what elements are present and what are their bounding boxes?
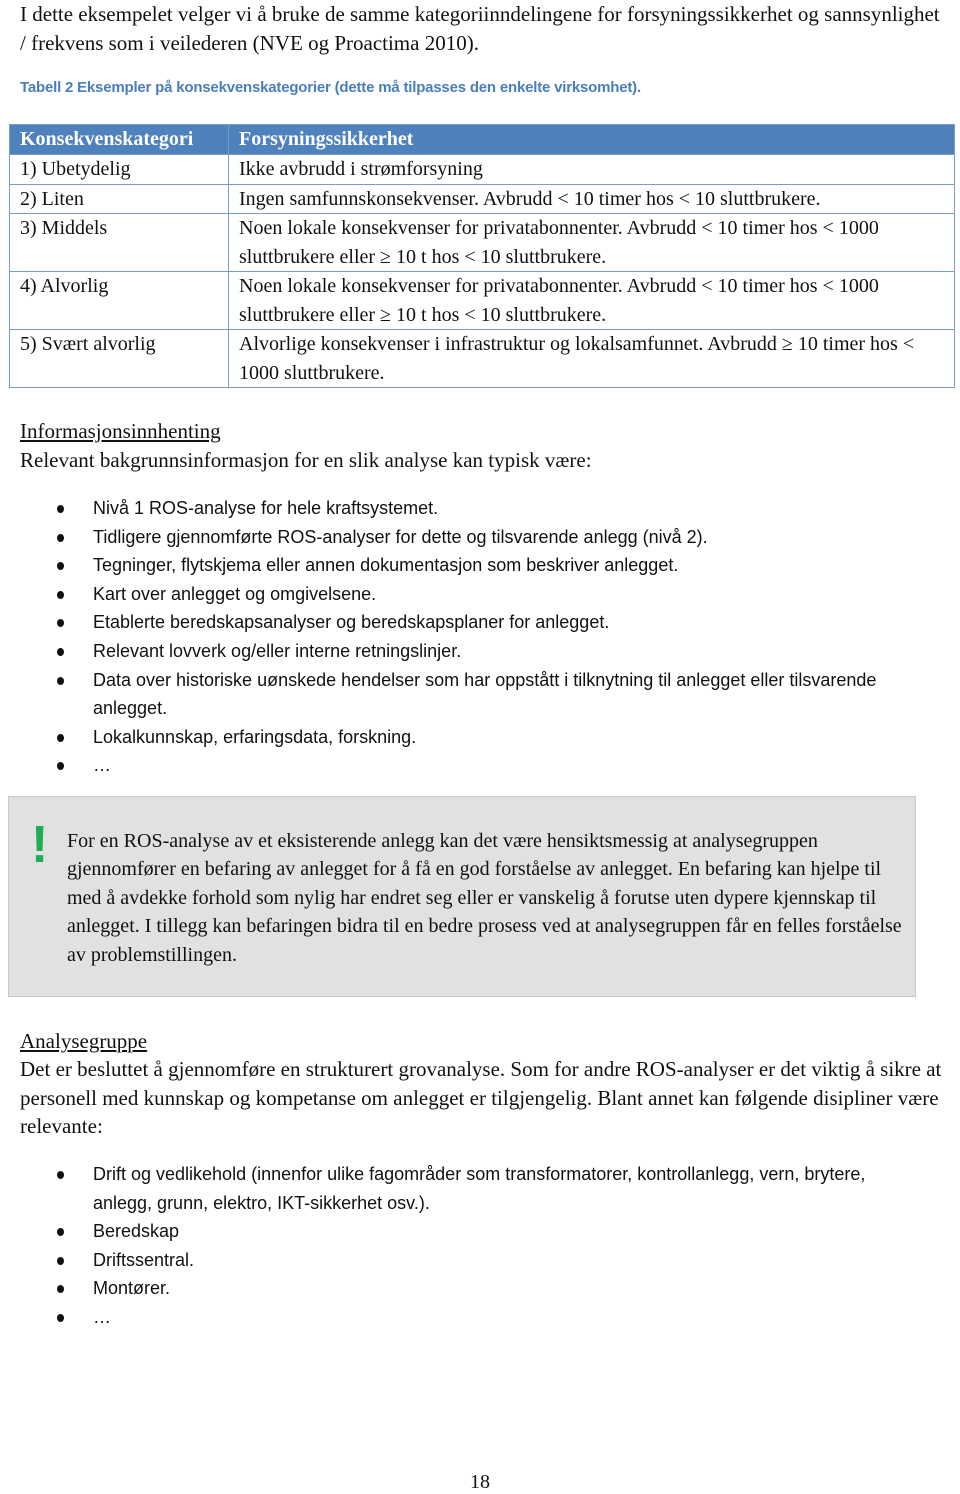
cell-category: 4) Alvorlig — [9, 271, 229, 330]
list-item: Montører. — [0, 1274, 900, 1303]
intro-paragraph: I dette eksempelet velger vi å bruke de … — [20, 2, 940, 55]
bullet-icon — [57, 1228, 64, 1237]
bullet-icon — [57, 676, 64, 685]
table-row: 4) Alvorlig Noen lokale konsekvenser for… — [9, 271, 955, 330]
cell-category: 3) Middels — [9, 213, 229, 272]
cell-description: Ikke avbrudd i strømforsyning — [228, 154, 955, 185]
table-row: 5) Svært alvorlig Alvorlige konsekvenser… — [9, 329, 955, 388]
cell-category: 2) Liten — [9, 183, 229, 214]
table-row: 1) Ubetydelig Ikke avbrudd i strømforsyn… — [9, 154, 955, 185]
bullet-icon — [57, 647, 64, 656]
list-item: Data over historiske uønskede hendelser … — [0, 666, 900, 723]
consequence-table: Konsekvenskategori Forsyningssikkerhet 1… — [9, 124, 955, 388]
bullet-icon — [57, 590, 64, 599]
list-item: Drift og vedlikehold (innenfor ulike fag… — [0, 1160, 900, 1217]
list-item: … — [0, 1303, 900, 1332]
list-item: Driftssentral. — [0, 1246, 900, 1275]
analysis-group-paragraph: Det er besluttet å gjennomføre en strukt… — [20, 1057, 942, 1138]
bullet-icon — [57, 762, 64, 771]
info-lead-text: Relevant bakgrunnsinformasjon for en sli… — [20, 448, 592, 472]
table-row: 3) Middels Noen lokale konsekvenser for … — [9, 213, 955, 272]
list-item-text: Montører. — [93, 1278, 171, 1299]
cell-description: Ingen samfunnskonsekvenser. Avbrudd < 10… — [228, 183, 955, 214]
section-heading-analysis-group: Analysegruppe — [20, 1029, 148, 1053]
discipline-bullet-list: Drift og vedlikehold (innenfor ulike fag… — [0, 1160, 900, 1332]
cell-description: Noen lokale konsekvenser for privatabonn… — [228, 213, 955, 272]
bullet-icon — [57, 1285, 64, 1294]
table-row: 2) Liten Ingen samfunnskonsekvenser. Avb… — [9, 183, 955, 214]
list-item: Tidligere gjennomførte ROS-analyser for … — [0, 523, 900, 552]
list-item-text: … — [93, 755, 111, 776]
cell-category: 1) Ubetydelig — [9, 154, 229, 185]
bullet-icon — [57, 1313, 64, 1322]
list-item: … — [0, 751, 900, 780]
cell-description: Noen lokale konsekvenser for privatabonn… — [228, 271, 955, 330]
callout-text: For en ROS-analyse av et eksisterende an… — [67, 830, 902, 966]
table-header-row: Konsekvenskategori Forsyningssikkerhet — [9, 124, 955, 155]
list-item-text: Data over historiske uønskede hendelser … — [93, 669, 877, 719]
column-header-supply-security: Forsyningssikkerhet — [228, 124, 955, 155]
list-item: Nivå 1 ROS-analyse for hele kraftsysteme… — [0, 494, 900, 523]
list-item-text: Etablerte beredskapsanalyser og beredska… — [93, 612, 610, 633]
bullet-icon — [57, 733, 64, 742]
list-item: Etablerte beredskapsanalyser og beredska… — [0, 608, 900, 637]
section-heading-info: Informasjonsinnhenting — [20, 419, 221, 443]
bullet-icon — [57, 505, 64, 513]
table-caption: Tabell 2 Eksempler på konsekvenskategori… — [20, 79, 641, 96]
list-item: Beredskap — [0, 1217, 900, 1246]
exclamation-icon: ! — [31, 816, 49, 874]
list-item-text: Kart over anlegget og omgivelsene. — [93, 583, 377, 604]
list-item: Lokalkunnskap, erfaringsdata, forskning. — [0, 723, 900, 752]
list-item: Kart over anlegget og omgivelsene. — [0, 580, 900, 609]
list-item-text: Drift og vedlikehold (innenfor ulike fag… — [93, 1164, 866, 1213]
list-item: Tegninger, flytskjema eller annen dokume… — [0, 551, 900, 580]
page-number: 18 — [470, 1471, 490, 1493]
bullet-icon — [57, 533, 64, 542]
bullet-icon — [57, 1256, 64, 1265]
list-item: Relevant lovverk og/eller interne retnin… — [0, 637, 900, 666]
column-header-category: Konsekvenskategori — [9, 124, 229, 155]
list-item-text: Beredskap — [93, 1221, 180, 1242]
list-item-text: … — [93, 1306, 111, 1327]
bullet-icon — [57, 1171, 64, 1179]
info-bullet-list: Nivå 1 ROS-analyse for hele kraftsysteme… — [0, 494, 900, 780]
bullet-icon — [57, 562, 64, 571]
list-item-text: Tidligere gjennomførte ROS-analyser for … — [93, 526, 708, 547]
cell-description: Alvorlige konsekvenser i infrastruktur o… — [228, 329, 955, 388]
callout-box: ! For en ROS-analyse av et eksisterende … — [8, 796, 916, 997]
list-item-text: Nivå 1 ROS-analyse for hele kraftsysteme… — [93, 498, 439, 518]
cell-category: 5) Svært alvorlig — [9, 329, 229, 388]
bullet-icon — [57, 619, 64, 628]
list-item-text: Tegninger, flytskjema eller annen dokume… — [93, 555, 679, 576]
list-item-text: Lokalkunnskap, erfaringsdata, forskning. — [93, 726, 417, 747]
list-item-text: Relevant lovverk og/eller interne retnin… — [93, 640, 462, 661]
list-item-text: Driftssentral. — [93, 1249, 195, 1270]
